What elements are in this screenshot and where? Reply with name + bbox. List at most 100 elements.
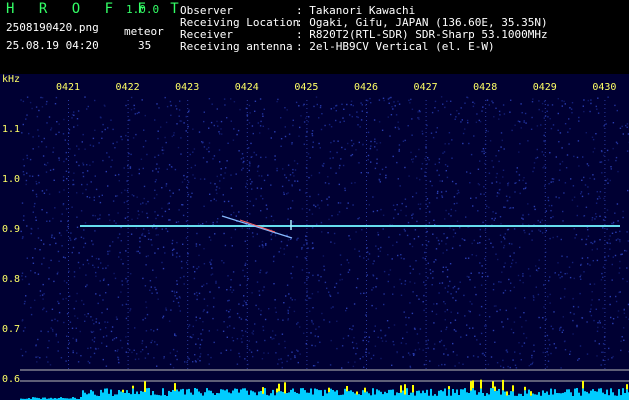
noise-speck xyxy=(36,195,38,198)
noise-speck xyxy=(488,172,491,174)
noise-speck xyxy=(423,363,426,366)
noise-speck xyxy=(312,274,314,277)
grid-dot xyxy=(366,316,367,317)
grid-dot xyxy=(306,176,308,177)
grid-dot xyxy=(604,296,606,297)
noise-speck xyxy=(129,310,131,312)
noise-speck xyxy=(429,180,432,183)
noise-speck xyxy=(561,100,563,102)
noise-speck xyxy=(91,240,93,242)
noise-speck xyxy=(169,195,172,198)
noise-speck xyxy=(252,204,255,207)
noise-speck xyxy=(29,101,32,104)
noise-speck xyxy=(610,168,612,170)
noise-speck xyxy=(387,280,389,283)
noise-speck xyxy=(52,151,54,153)
noise-speck xyxy=(256,170,259,172)
power-bar xyxy=(238,392,240,400)
power-bar xyxy=(382,394,384,400)
noise-speck xyxy=(611,357,613,359)
noise-speck xyxy=(259,125,262,127)
noise-speck xyxy=(131,218,133,221)
noise-speck xyxy=(292,168,294,171)
noise-speck xyxy=(606,241,608,244)
noise-speck xyxy=(311,213,314,215)
noise-speck xyxy=(319,106,322,109)
noise-speck xyxy=(242,167,244,169)
noise-speck xyxy=(358,217,360,219)
grid-dot xyxy=(604,368,606,369)
noise-speck xyxy=(416,333,419,335)
noise-speck xyxy=(156,365,158,367)
noise-speck xyxy=(172,192,174,194)
noise-speck xyxy=(78,164,80,167)
noise-speck xyxy=(364,336,366,339)
noise-speck xyxy=(143,185,146,188)
grid-dot xyxy=(127,192,129,193)
grid-dot xyxy=(366,352,367,353)
noise-speck xyxy=(436,192,439,194)
noise-speck xyxy=(68,342,70,344)
grid-dot xyxy=(366,292,367,293)
power-bar xyxy=(540,395,542,400)
noise-speck xyxy=(273,283,275,285)
noise-speck xyxy=(178,255,181,258)
noise-speck xyxy=(475,121,478,123)
noise-speck xyxy=(522,218,524,220)
noise-speck xyxy=(201,141,203,143)
grid-dot xyxy=(485,264,487,265)
noise-speck xyxy=(26,96,29,98)
grid-dot xyxy=(68,252,69,253)
noise-speck xyxy=(309,157,311,159)
meteor-label: meteor xyxy=(124,25,164,38)
noise-speck xyxy=(284,340,286,343)
grid-dot xyxy=(485,100,487,101)
noise-speck xyxy=(291,184,293,186)
noise-speck xyxy=(392,108,394,110)
noise-speck xyxy=(622,210,624,213)
noise-speck xyxy=(578,358,580,360)
noise-speck xyxy=(281,366,283,369)
noise-speck xyxy=(471,303,473,305)
grid-dot xyxy=(366,312,367,313)
noise-speck xyxy=(277,98,279,101)
noise-speck xyxy=(459,244,461,247)
noise-speck xyxy=(578,120,580,122)
noise-speck xyxy=(120,258,122,261)
info-value-antenna: : 2el-HB9CV Vertical (el. E-W) xyxy=(296,40,495,53)
noise-speck xyxy=(22,219,25,221)
noise-speck xyxy=(374,167,377,170)
noise-speck xyxy=(367,258,370,260)
noise-speck xyxy=(267,128,270,130)
power-bar xyxy=(458,395,460,400)
noise-speck xyxy=(142,277,144,280)
power-peak xyxy=(328,387,330,393)
noise-speck xyxy=(241,341,243,343)
noise-speck xyxy=(21,132,23,134)
noise-speck xyxy=(531,356,533,359)
noise-speck xyxy=(310,174,313,177)
noise-speck xyxy=(531,354,533,357)
power-bar xyxy=(588,393,590,400)
power-bar xyxy=(484,395,486,400)
grid-dot xyxy=(246,188,248,189)
grid-dot xyxy=(544,168,546,169)
grid-dot xyxy=(187,220,189,221)
noise-speck xyxy=(460,336,462,338)
grid-dot xyxy=(425,328,427,329)
noise-speck xyxy=(45,146,48,148)
noise-speck xyxy=(439,341,441,343)
noise-speck xyxy=(569,128,571,130)
noise-speck xyxy=(412,353,414,355)
noise-speck xyxy=(218,187,221,189)
grid-dot xyxy=(366,288,367,289)
grid-dot xyxy=(68,276,69,277)
noise-speck xyxy=(217,125,219,127)
power-bar xyxy=(320,390,322,400)
grid-dot xyxy=(604,248,606,249)
power-bar xyxy=(576,388,578,400)
noise-speck xyxy=(541,151,543,153)
noise-speck xyxy=(484,229,486,231)
power-bar xyxy=(334,391,336,400)
power-bar xyxy=(556,393,558,400)
